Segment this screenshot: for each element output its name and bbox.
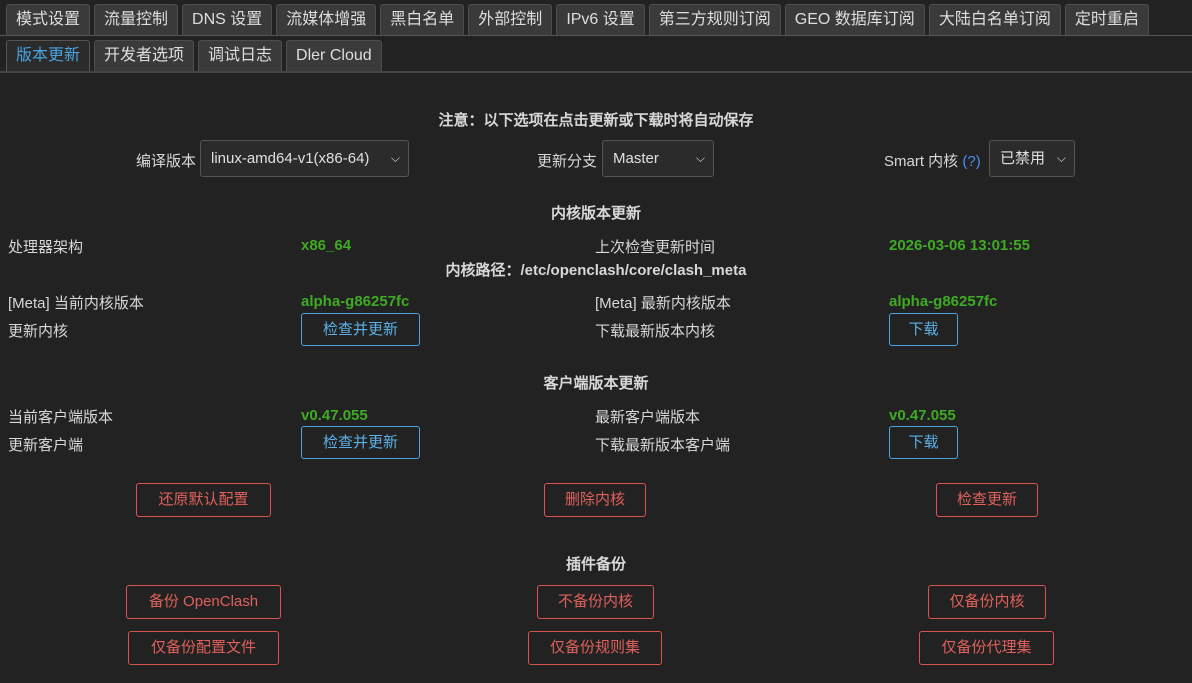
- client-section-title: 客户端版本更新: [543, 375, 649, 392]
- backup-core-only-button[interactable]: 仅备份内核: [928, 585, 1046, 619]
- help-icon[interactable]: (?): [962, 153, 980, 170]
- latest-client-label: 最新客户端版本: [595, 409, 701, 426]
- tab-black-white-list[interactable]: 黑白名单: [380, 4, 465, 35]
- arch-value: x86_64: [301, 237, 352, 254]
- current-client-label: 当前客户端版本: [8, 409, 114, 426]
- current-core-label: [Meta] 当前内核版本: [8, 295, 144, 312]
- smart-core-value: 已禁用: [1000, 150, 1046, 167]
- tab-developer-options[interactable]: 开发者选项: [94, 40, 195, 71]
- sub-tab-bar: 版本更新 开发者选项 调试日志 Dler Cloud: [0, 40, 1192, 73]
- tab-external-control[interactable]: 外部控制: [468, 4, 553, 35]
- download-core-button[interactable]: 下载: [889, 313, 958, 346]
- check-update-core-button[interactable]: 检查并更新: [301, 313, 420, 346]
- update-client-label: 更新客户端: [8, 437, 84, 454]
- main-tab-bar: 模式设置 流量控制 DNS 设置 流媒体增强 黑白名单 外部控制 IPv6 设置…: [0, 4, 1192, 36]
- backup-proxy-only-button[interactable]: 仅备份代理集: [919, 631, 1054, 665]
- update-branch-label: 更新分支: [537, 153, 598, 170]
- restore-default-config-button[interactable]: 还原默认配置: [136, 483, 271, 517]
- tab-version-update[interactable]: 版本更新: [6, 40, 91, 71]
- tab-mainland-whitelist[interactable]: 大陆白名单订阅: [928, 4, 1061, 35]
- compile-version-select[interactable]: linux-amd64-v1(x86-64) ⌵: [200, 140, 409, 177]
- update-branch-select[interactable]: Master ⌵: [602, 140, 714, 177]
- update-core-label: 更新内核: [8, 323, 69, 340]
- auto-save-notice: 注意：以下选项在点击更新或下载时将自动保存: [438, 112, 754, 129]
- download-client-button[interactable]: 下载: [889, 426, 958, 459]
- chevron-down-icon: ⌵: [1056, 151, 1066, 165]
- smart-core-label-text: Smart 内核: [884, 153, 959, 170]
- latest-core-label: [Meta] 最新内核版本: [595, 295, 731, 312]
- compile-version-label: 编译版本: [136, 153, 197, 170]
- core-path: 内核路径：/etc/openclash/core/clash_meta: [445, 262, 747, 279]
- tab-third-party-rules[interactable]: 第三方规则订阅: [648, 4, 781, 35]
- tab-traffic-control[interactable]: 流量控制: [94, 4, 179, 35]
- backup-section-title: 插件备份: [565, 556, 626, 573]
- last-check-label: 上次检查更新时间: [595, 239, 716, 256]
- latest-client-value: v0.47.055: [889, 407, 956, 424]
- tab-dler-cloud[interactable]: Dler Cloud: [286, 40, 382, 71]
- download-client-label: 下载最新版本客户端: [595, 437, 731, 454]
- smart-core-label: Smart 内核 (?): [884, 150, 981, 171]
- chevron-down-icon: ⌵: [390, 151, 400, 165]
- tab-ipv6-settings[interactable]: IPv6 设置: [556, 4, 645, 35]
- tab-debug-log[interactable]: 调试日志: [198, 40, 283, 71]
- backup-config-only-button[interactable]: 仅备份配置文件: [128, 631, 279, 665]
- core-section-title: 内核版本更新: [550, 205, 641, 222]
- delete-core-button[interactable]: 删除内核: [544, 483, 646, 517]
- update-branch-value: Master: [613, 150, 659, 167]
- tab-mode-settings[interactable]: 模式设置: [6, 4, 91, 35]
- arch-label: 处理器架构: [8, 239, 84, 256]
- smart-core-select[interactable]: 已禁用 ⌵: [989, 140, 1075, 177]
- compile-version-value: linux-amd64-v1(x86-64): [211, 150, 370, 167]
- tab-geo-database[interactable]: GEO 数据库订阅: [784, 4, 925, 35]
- last-check-value: 2026-03-06 13:01:55: [889, 237, 1030, 254]
- download-core-label: 下载最新版本内核: [595, 323, 716, 340]
- latest-core-value: alpha-g86257fc: [889, 293, 998, 310]
- chevron-down-icon: ⌵: [695, 151, 705, 165]
- tab-dns-settings[interactable]: DNS 设置: [182, 4, 273, 35]
- tab-scheduled-restart[interactable]: 定时重启: [1064, 4, 1149, 35]
- backup-rules-only-button[interactable]: 仅备份规则集: [528, 631, 662, 665]
- check-update-button[interactable]: 检查更新: [936, 483, 1038, 517]
- tab-streaming-enhance[interactable]: 流媒体增强: [276, 4, 377, 35]
- current-client-value: v0.47.055: [301, 407, 368, 424]
- current-core-value: alpha-g86257fc: [301, 293, 410, 310]
- backup-openclash-button[interactable]: 备份 OpenClash: [126, 585, 281, 619]
- check-update-client-button[interactable]: 检查并更新: [301, 426, 420, 459]
- no-backup-core-button[interactable]: 不备份内核: [537, 585, 654, 619]
